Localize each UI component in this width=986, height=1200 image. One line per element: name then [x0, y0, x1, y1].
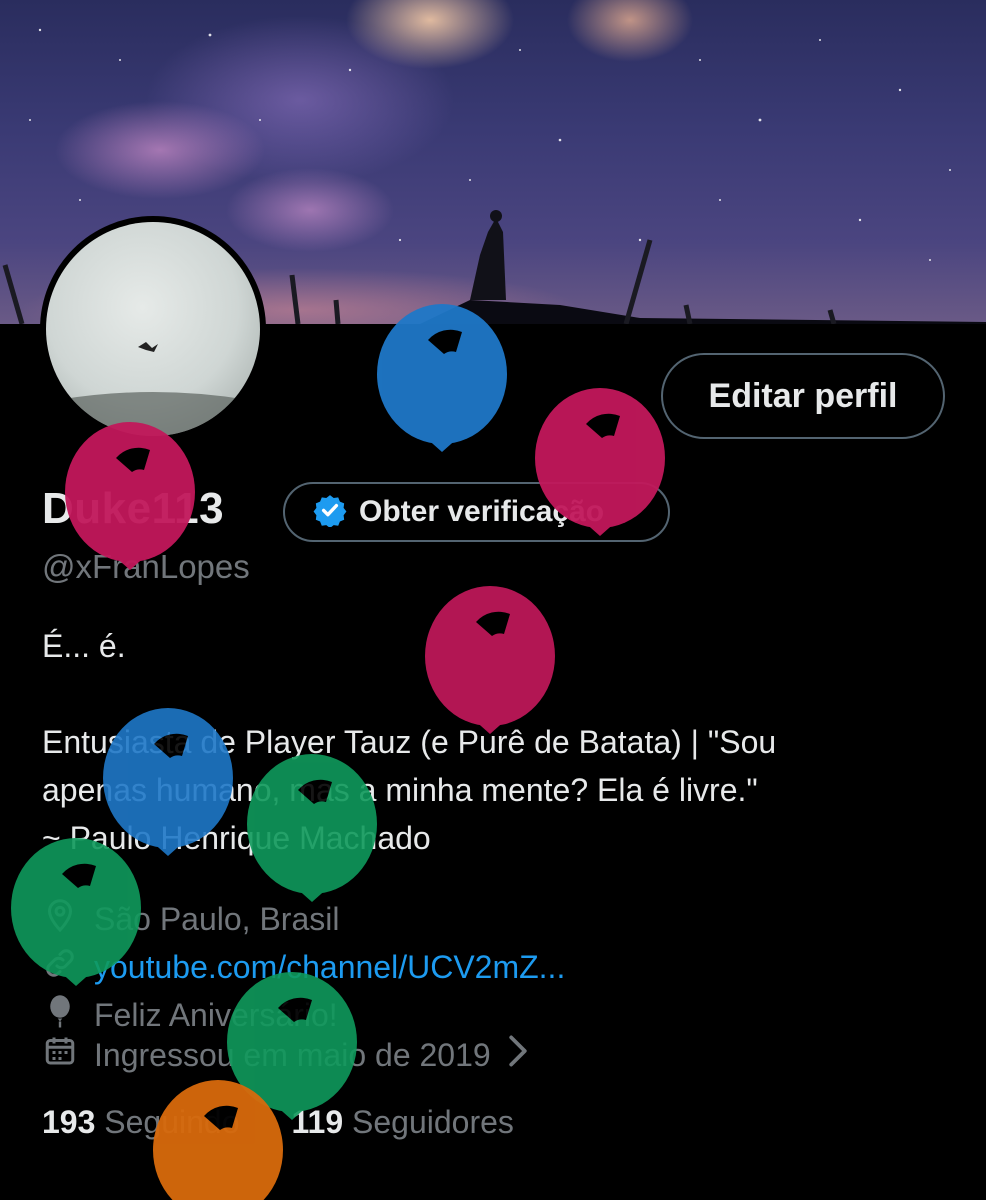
get-verified-button[interactable]: Obter verificação	[283, 482, 670, 542]
username-handle: @xFranLopes	[42, 548, 250, 585]
website-row[interactable]: youtube.com/channel/UCV2mZ...	[42, 943, 565, 991]
joined-text: Ingressou em maio de 2019	[94, 1036, 491, 1073]
location-row: São Paulo, Brasil	[42, 895, 339, 943]
edit-profile-button[interactable]: Editar perfil	[661, 353, 945, 439]
bio-line: apenas humano, mas a minha mente? Ela é …	[42, 772, 758, 808]
verified-badge-icon	[313, 493, 347, 532]
follow-stats: 193 Seguindo 119 Seguidores	[42, 1104, 514, 1141]
joined-row[interactable]: Ingressou em maio de 2019	[42, 1031, 529, 1079]
avatar-image	[46, 222, 260, 436]
chevron-right-icon[interactable]	[507, 1034, 529, 1076]
location-pin-icon	[42, 895, 78, 943]
bio-line: ~ Paulo Henrique Machado	[42, 820, 431, 856]
followers-link[interactable]: 119 Seguidores	[292, 1104, 514, 1141]
following-label: Seguindo	[104, 1104, 240, 1140]
following-count: 193	[42, 1104, 96, 1140]
birthday-text: Feliz Aniversário!	[94, 996, 338, 1033]
bio-line: É... é.	[42, 628, 126, 664]
balloon-icon	[377, 304, 507, 452]
avatar[interactable]	[40, 216, 266, 442]
followers-count: 119	[291, 1104, 344, 1140]
link-icon	[42, 943, 78, 991]
calendar-icon	[42, 1031, 78, 1079]
get-verified-label: Obter verificação	[359, 495, 605, 528]
location-text: São Paulo, Brasil	[94, 900, 340, 937]
display-name: Duke113	[42, 484, 225, 533]
bio-line: Entusiasta de Player Tauz (e Purê de Bat…	[42, 724, 777, 760]
following-link[interactable]: 193 Seguindo	[42, 1104, 240, 1141]
website-link[interactable]: youtube.com/channel/UCV2mZ...	[94, 949, 565, 986]
followers-label: Seguidores	[352, 1104, 514, 1140]
